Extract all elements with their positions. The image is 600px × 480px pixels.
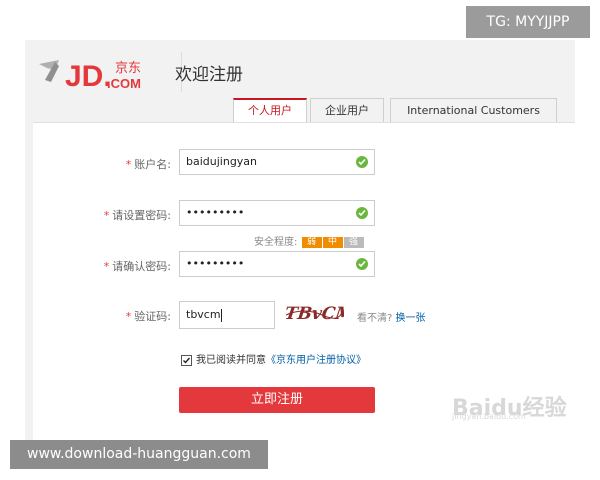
account-value: baidujingyan [186, 155, 258, 168]
refresh-captcha-link[interactable]: 换一张 [396, 313, 426, 324]
password-value: ••••••••• [186, 206, 245, 219]
tab-enterprise[interactable]: 企业用户 [310, 98, 384, 123]
captcha-refresh: 看不清? 换一张 [357, 309, 426, 324]
text-cursor [220, 308, 222, 322]
account-label: * 账户名: [31, 156, 171, 172]
confirm-label-text: 请确认密码: [112, 260, 171, 273]
tg-overlay: TG: MYYJJPP [466, 6, 590, 38]
required-mark: * [125, 158, 132, 171]
agreement-row: 我已阅读并同意《京东用户注册协议》 [181, 351, 366, 366]
tab-international[interactable]: International Customers [390, 98, 557, 123]
password-label: * 请设置密码: [31, 207, 171, 223]
captcha-label-text: 验证码: [134, 310, 171, 323]
strength-medium: 中 [322, 236, 343, 248]
password-strength: 安全程度: 弱中强 [254, 233, 364, 248]
valid-check-icon [356, 207, 368, 219]
captcha-value: tbvcm [186, 308, 221, 321]
baidu-watermark-url: jingyan.baidu.com [452, 412, 526, 421]
page-title: 欢迎注册 [175, 65, 243, 85]
captcha-unclear-text: 看不清? [357, 313, 393, 324]
required-mark: * [103, 260, 110, 273]
agree-text: 我已阅读并同意 [196, 355, 266, 366]
tab-personal[interactable]: 个人用户 [233, 98, 307, 125]
logo-cn-text: 京东 [115, 61, 141, 76]
strength-label: 安全程度: [254, 237, 298, 248]
download-overlay: www.download-huangguan.com [10, 440, 268, 469]
valid-check-icon [356, 258, 368, 270]
agree-checkbox[interactable] [181, 354, 192, 366]
jd-logo: JD. 京东 .COM [39, 60, 141, 93]
account-input[interactable]: baidujingyan [179, 149, 375, 175]
confirm-password-input[interactable]: ••••••••• [179, 251, 375, 277]
registration-window: JD. 京东 .COM 欢迎注册 个人用户 企业用户 International… [25, 40, 575, 441]
strength-strong: 强 [343, 236, 364, 248]
captcha-image[interactable]: TBvCM [284, 299, 344, 327]
register-button[interactable]: 立即注册 [179, 387, 375, 413]
required-mark: * [103, 209, 110, 222]
required-mark: * [125, 310, 132, 323]
confirm-label: * 请确认密码: [31, 258, 171, 274]
password-input[interactable]: ••••••••• [179, 200, 375, 226]
password-label-text: 请设置密码: [112, 209, 171, 222]
captcha-input[interactable]: tbvcm [179, 301, 275, 329]
captcha-image-text: TBvCM [284, 304, 344, 324]
strength-weak: 弱 [301, 236, 322, 248]
logo-jd-text: JD. [65, 60, 112, 93]
valid-check-icon [356, 156, 368, 168]
logo-com-text: .COM [107, 76, 141, 91]
account-label-text: 账户名: [134, 158, 171, 171]
confirm-value: ••••••••• [186, 257, 245, 270]
agreement-link[interactable]: 《京东用户注册协议》 [266, 355, 366, 366]
captcha-label: * 验证码: [31, 308, 171, 324]
